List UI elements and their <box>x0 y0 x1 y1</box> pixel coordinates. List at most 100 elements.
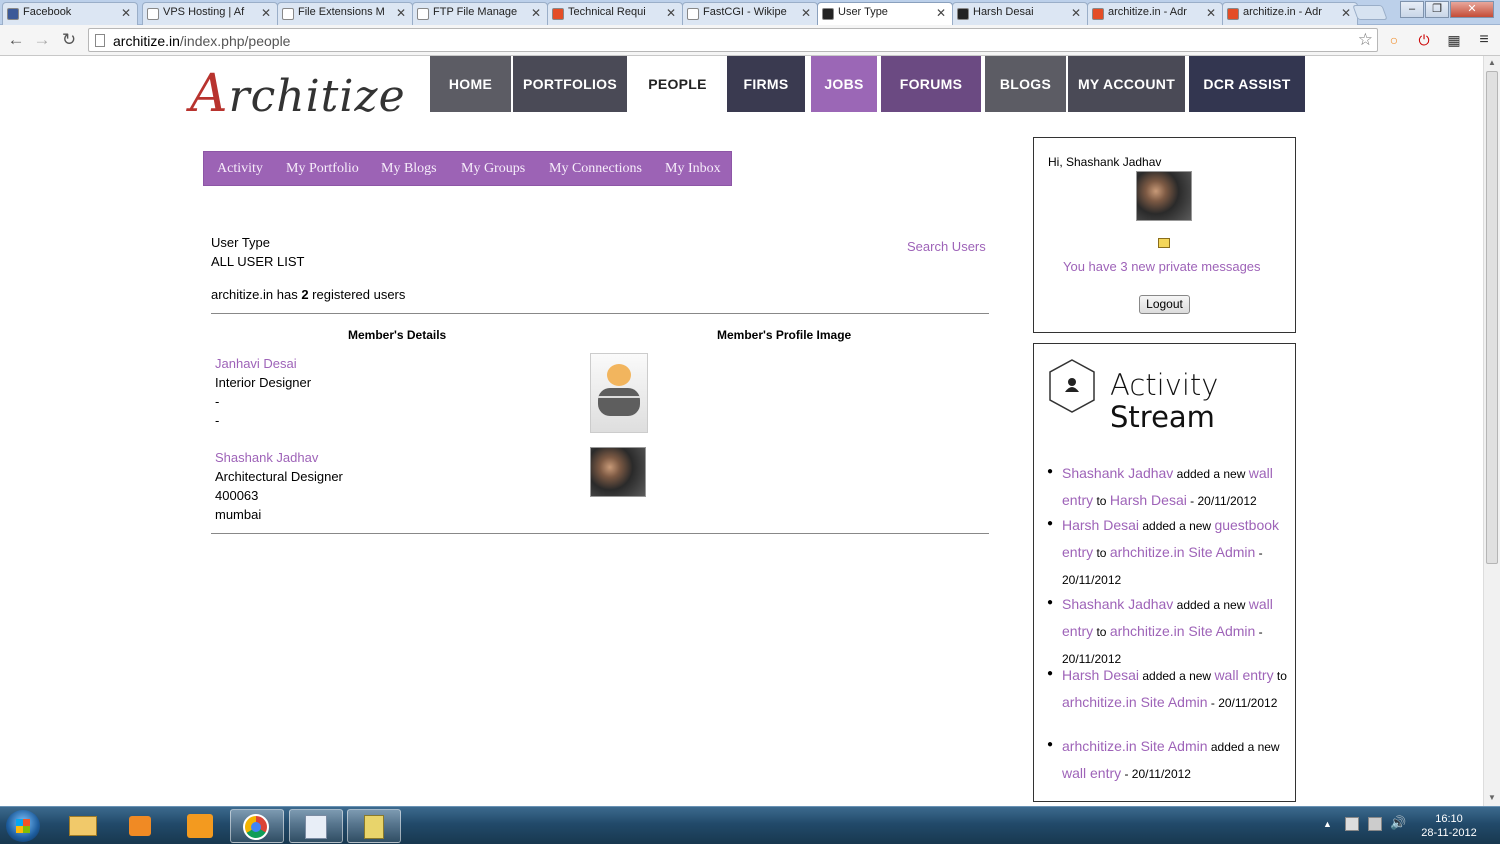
subnav-my-connections[interactable]: My Connections <box>549 161 642 177</box>
close-tab-icon[interactable]: ✕ <box>666 6 676 20</box>
activity-date: - 20/11/2012 <box>1207 696 1278 710</box>
subnav-activity[interactable]: Activity <box>217 161 263 177</box>
subnav-my-portfolio[interactable]: My Portfolio <box>286 161 359 177</box>
browser-tab[interactable]: Harsh Desai ✕ <box>952 2 1088 25</box>
user-photo[interactable] <box>590 447 646 497</box>
column-header-details: Member's Details <box>348 328 447 342</box>
close-tab-icon[interactable]: ✕ <box>801 6 811 20</box>
tab-title: VPS Hosting | Af <box>163 6 245 18</box>
close-tab-icon[interactable]: ✕ <box>531 6 541 20</box>
browser-tab[interactable]: architize.in - Adr ✕ <box>1087 2 1223 25</box>
extension-puzzle-icon[interactable]: ▦ <box>1444 30 1464 50</box>
bullet: ● <box>1047 668 1054 679</box>
explorer-taskbar-icon[interactable] <box>56 809 110 843</box>
browser-tab[interactable]: FTP File Manage ✕ <box>412 2 548 25</box>
maximize-button[interactable]: ❐ <box>1425 1 1449 18</box>
nav-people[interactable]: PEOPLE <box>630 56 725 112</box>
subnav-my-blogs[interactable]: My Blogs <box>381 161 437 177</box>
browser-tab[interactable]: Facebook ✕ <box>2 2 138 25</box>
activity-prep: to <box>1093 625 1110 639</box>
start-button[interactable] <box>6 810 40 842</box>
page-subtitle: ALL USER LIST <box>211 254 305 269</box>
close-tab-icon[interactable]: ✕ <box>121 6 131 20</box>
nav-jobs[interactable]: JOBS <box>811 56 877 112</box>
search-users-link[interactable]: Search Users <box>907 239 986 254</box>
subnav-my-groups[interactable]: My Groups <box>461 161 525 177</box>
show-hidden-icons[interactable]: ▲ <box>1323 819 1332 829</box>
activity-target-link[interactable]: arhchitize.in Site Admin <box>1062 694 1208 710</box>
windows-taskbar: ▲ 🔊 16:10 28-11-2012 <box>0 806 1500 844</box>
nav-portfolios[interactable]: PORTFOLIOS <box>513 56 627 112</box>
joomla-icon <box>552 8 564 20</box>
url-text[interactable]: architize.in/index.php/people <box>113 33 290 49</box>
reload-icon[interactable]: ↻ <box>59 30 79 50</box>
close-tab-icon[interactable]: ✕ <box>1206 6 1216 20</box>
private-messages-link[interactable]: You have 3 new private messages <box>1063 259 1261 274</box>
member-name-link[interactable]: Janhavi Desai <box>215 356 297 371</box>
media-player-taskbar-icon[interactable] <box>113 809 167 843</box>
member-name-link[interactable]: Shashank Jadhav <box>215 450 318 465</box>
activity-actor-link[interactable]: Harsh Desai <box>1062 517 1139 533</box>
logout-button[interactable]: Logout <box>1139 295 1190 314</box>
bullet: ● <box>1047 739 1054 750</box>
extension-ring-icon[interactable]: ○ <box>1384 30 1404 50</box>
nav-forums[interactable]: FORUMS <box>881 56 981 112</box>
browser-tab[interactable]: FastCGI - Wikipe ✕ <box>682 2 818 25</box>
activity-target-link[interactable]: arhchitize.in Site Admin <box>1110 623 1256 639</box>
browser-tab[interactable]: Technical Requi ✕ <box>547 2 683 25</box>
user-avatar[interactable] <box>1136 171 1192 221</box>
nav-firms[interactable]: FIRMS <box>727 56 805 112</box>
volume-icon[interactable]: 🔊 <box>1390 815 1406 831</box>
scroll-down-icon[interactable]: ▼ <box>1488 793 1496 802</box>
minimize-button[interactable]: – <box>1400 1 1424 18</box>
bookmark-star-icon[interactable]: ☆ <box>1358 30 1373 50</box>
browser-toolbar: ← → ↻ architize.in/index.php/people ☆ ○ … <box>0 25 1500 56</box>
activity-actor-link[interactable]: Shashank Jadhav <box>1062 465 1173 481</box>
menu-icon[interactable]: ≡ <box>1474 30 1494 50</box>
scroll-thumb[interactable] <box>1486 71 1498 564</box>
nav-my-account[interactable]: MY ACCOUNT <box>1068 56 1185 112</box>
activity-item: Harsh Desai added a new guestbook entry … <box>1062 512 1287 593</box>
close-window-button[interactable]: ✕ <box>1450 1 1494 18</box>
activity-object-link[interactable]: wall entry <box>1062 765 1121 781</box>
subnav-my-inbox[interactable]: My Inbox <box>665 161 721 177</box>
activity-actor-link[interactable]: arhchitize.in Site Admin <box>1062 738 1208 754</box>
close-tab-icon[interactable]: ✕ <box>396 6 406 20</box>
activity-object-link[interactable]: wall entry <box>1214 667 1273 683</box>
activity-actor-link[interactable]: Harsh Desai <box>1062 667 1139 683</box>
nav-home[interactable]: HOME <box>430 56 511 112</box>
nav-blogs[interactable]: BLOGS <box>985 56 1066 112</box>
activity-item: arhchitize.in Site Admin added a new wal… <box>1062 733 1287 787</box>
outlook-taskbar-icon[interactable] <box>172 809 226 843</box>
app-taskbar-icon[interactable] <box>347 809 401 843</box>
new-tab-button[interactable] <box>1352 5 1388 20</box>
browser-tab[interactable]: VPS Hosting | Af ✕ <box>142 2 278 25</box>
network-icon[interactable] <box>1368 817 1382 831</box>
default-avatar-icon[interactable] <box>590 353 648 433</box>
browser-tab[interactable]: architize.in - Adr ✕ <box>1222 2 1358 25</box>
scroll-up-icon[interactable]: ▲ <box>1488 58 1496 67</box>
activity-actor-link[interactable]: Shashank Jadhav <box>1062 596 1173 612</box>
close-tab-icon[interactable]: ✕ <box>936 6 946 20</box>
activity-target-link[interactable]: arhchitize.in Site Admin <box>1110 544 1256 560</box>
clock[interactable]: 16:10 28-11-2012 <box>1419 812 1479 840</box>
close-tab-icon[interactable]: ✕ <box>1071 6 1081 20</box>
vertical-scrollbar[interactable]: ▲ ▼ <box>1483 56 1500 806</box>
sub-navigation: Activity My Portfolio My Blogs My Groups My … <box>203 151 732 186</box>
notepad-taskbar-icon[interactable] <box>289 809 343 843</box>
address-bar[interactable]: architize.in/index.php/people ☆ <box>88 28 1378 52</box>
action-center-icon[interactable] <box>1345 817 1359 831</box>
close-tab-icon[interactable]: ✕ <box>1341 6 1351 20</box>
browser-tab[interactable]: File Extensions M ✕ <box>277 2 413 25</box>
activity-target-link[interactable]: Harsh Desai <box>1110 492 1187 508</box>
back-icon[interactable]: ← <box>6 30 26 50</box>
activity-item: Shashank Jadhav added a new wall entry t… <box>1062 460 1287 514</box>
browser-tab[interactable]: User Type ✕ <box>817 2 953 26</box>
chrome-taskbar-icon[interactable] <box>230 809 284 843</box>
site-logo[interactable]: Architize <box>190 64 406 124</box>
nav-dcr-assist[interactable]: DCR ASSIST <box>1189 56 1305 112</box>
extension-power-icon[interactable]: ⏻ <box>1414 30 1434 50</box>
forward-icon[interactable]: → <box>32 30 52 50</box>
close-tab-icon[interactable]: ✕ <box>261 6 271 20</box>
envelope-icon[interactable] <box>1158 238 1170 248</box>
